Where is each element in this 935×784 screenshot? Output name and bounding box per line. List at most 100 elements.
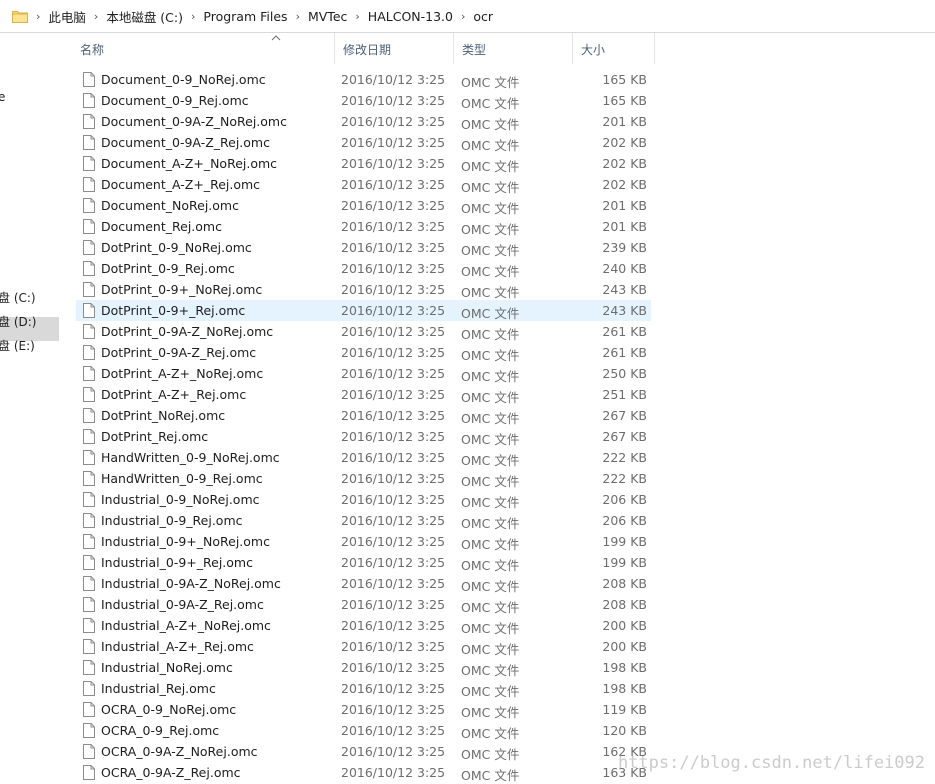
file-size: 120 KB	[602, 723, 647, 738]
file-row[interactable]: Document_0-9_Rej.omc 2016/10/12 3:25 OMC 文…	[76, 90, 651, 111]
file-row[interactable]: Document_NoRej.omc 2016/10/12 3:25 OMC 文件 2…	[76, 195, 651, 216]
file-row[interactable]: Industrial_0-9+_NoRej.omc 2016/10/12 3:25…	[76, 531, 651, 552]
file-row[interactable]: Document_0-9A-Z_NoRej.omc 2016/10/12 3:25…	[76, 111, 651, 132]
file-type: OMC 文件	[461, 327, 520, 342]
file-row[interactable]: DotPrint_0-9A-Z_NoRej.omc 2016/10/12 3:25…	[76, 321, 651, 342]
file-row[interactable]: OCRA_0-9A-Z_Rej.omc 2016/10/12 3:25 OMC 文件…	[76, 762, 651, 783]
nav-drive-d[interactable]: 盘 (D:)	[0, 313, 36, 330]
file-row[interactable]: DotPrint_A-Z+_Rej.omc 2016/10/12 3:25 OMC …	[76, 384, 651, 405]
file-row[interactable]: Industrial_0-9A-Z_Rej.omc 2016/10/12 3:25…	[76, 594, 651, 615]
file-row[interactable]: DotPrint_0-9_NoRej.omc 2016/10/12 3:25 OMC…	[76, 237, 651, 258]
file-row[interactable]: OCRA_0-9_Rej.omc 2016/10/12 3:25 OMC 文件 120…	[76, 720, 651, 741]
column-header-date-label: 修改日期	[343, 43, 392, 57]
file-date: 2016/10/12 3:25	[341, 492, 446, 507]
file-date: 2016/10/12 3:25	[341, 177, 446, 192]
file-row[interactable]: OCRA_0-9_NoRej.omc 2016/10/12 3:25 OMC 文件 1…	[76, 699, 651, 720]
file-row[interactable]: DotPrint_0-9A-Z_Rej.omc 2016/10/12 3:25 OM…	[76, 342, 651, 363]
file-row[interactable]: DotPrint_A-Z+_NoRej.omc 2016/10/12 3:25 OM…	[76, 363, 651, 384]
file-size: 202 KB	[602, 156, 647, 171]
file-type: OMC 文件	[461, 138, 520, 153]
file-size: 243 KB	[602, 282, 647, 297]
column-header-size[interactable]: 大小	[572, 33, 655, 64]
file-icon	[83, 324, 95, 342]
file-type: OMC 文件	[461, 558, 520, 573]
file-name: Industrial_NoRej.omc	[101, 660, 233, 675]
nav-drive-e[interactable]: 盘 (E:)	[0, 337, 35, 354]
file-row[interactable]: Industrial_A-Z+_Rej.omc 2016/10/12 3:25 OM…	[76, 636, 651, 657]
breadcrumb-item[interactable]: › 本地磁盘 (C:)	[86, 7, 183, 26]
file-name: DotPrint_0-9_NoRej.omc	[101, 240, 252, 255]
file-row[interactable]: OCRA_0-9A-Z_NoRej.omc 2016/10/12 3:25 OMC …	[76, 741, 651, 762]
file-size: 200 KB	[602, 639, 647, 654]
chevron-right-icon[interactable]: ›	[296, 10, 300, 23]
nav-fragment[interactable]: e	[0, 90, 5, 104]
column-header-type[interactable]: 类型	[453, 33, 573, 64]
breadcrumb-item[interactable]: › 此电脑	[34, 7, 86, 26]
file-row[interactable]: DotPrint_Rej.omc 2016/10/12 3:25 OMC 文件 267…	[76, 426, 651, 447]
file-size: 201 KB	[602, 219, 647, 234]
file-row[interactable]: Industrial_Rej.omc 2016/10/12 3:25 OMC 文件 1…	[76, 678, 651, 699]
breadcrumb-item[interactable]: › HALCON-13.0	[347, 9, 453, 24]
column-header-date[interactable]: 修改日期	[334, 33, 454, 64]
file-row[interactable]: Document_0-9A-Z_Rej.omc 2016/10/12 3:25 OM…	[76, 132, 651, 153]
file-size: 239 KB	[602, 240, 647, 255]
breadcrumb-label: HALCON-13.0	[367, 8, 453, 24]
file-date: 2016/10/12 3:25	[341, 387, 446, 402]
file-type: OMC 文件	[461, 684, 520, 699]
chevron-right-icon[interactable]: ›	[36, 10, 40, 23]
breadcrumb: › 此电脑 › 本地磁盘 (C:) › Program Files › MVTec › HALCO…	[0, 3, 935, 29]
file-type: OMC 文件	[461, 579, 520, 594]
file-name: Document_0-9_NoRej.omc	[101, 72, 266, 87]
navigation-pane: e 盘 (C:) 盘 (D:) 盘 (E:)	[0, 33, 64, 783]
address-bar[interactable]: › 此电脑 › 本地磁盘 (C:) › Program Files › MVTec › HALCO…	[0, 0, 935, 33]
file-row[interactable]: HandWritten_0-9_NoRej.omc 2016/10/12 3:25…	[76, 447, 651, 468]
file-type: OMC 文件	[461, 96, 520, 111]
file-date: 2016/10/12 3:25	[341, 429, 446, 444]
file-row[interactable]: Industrial_0-9_Rej.omc 2016/10/12 3:25 OMC…	[76, 510, 651, 531]
chevron-right-icon[interactable]: ›	[94, 10, 98, 23]
file-date: 2016/10/12 3:25	[341, 534, 446, 549]
file-type: OMC 文件	[461, 348, 520, 363]
file-size: 240 KB	[602, 261, 647, 276]
file-row[interactable]: Document_A-Z+_NoRej.omc 2016/10/12 3:25 OM…	[76, 153, 651, 174]
file-row[interactable]: Industrial_A-Z+_NoRej.omc 2016/10/12 3:25…	[76, 615, 651, 636]
file-date: 2016/10/12 3:25	[341, 660, 446, 675]
file-row[interactable]: Document_0-9_NoRej.omc 2016/10/12 3:25 OMC…	[76, 69, 651, 90]
file-date: 2016/10/12 3:25	[341, 261, 446, 276]
file-icon	[83, 240, 95, 258]
file-row[interactable]: DotPrint_0-9_Rej.omc 2016/10/12 3:25 OMC 文…	[76, 258, 651, 279]
file-date: 2016/10/12 3:25	[341, 345, 446, 360]
chevron-right-icon[interactable]: ›	[355, 10, 359, 23]
breadcrumb-item[interactable]: › Program Files	[183, 9, 288, 24]
file-icon	[83, 450, 95, 468]
file-row[interactable]: Document_A-Z+_Rej.omc 2016/10/12 3:25 OMC …	[76, 174, 651, 195]
file-type: OMC 文件	[461, 747, 520, 762]
folder-icon	[12, 10, 28, 23]
file-name: HandWritten_0-9_Rej.omc	[101, 471, 263, 486]
file-row[interactable]: Industrial_0-9A-Z_NoRej.omc 2016/10/12 3:…	[76, 573, 651, 594]
file-icon	[83, 492, 95, 510]
file-icon	[83, 408, 95, 426]
file-row[interactable]: Industrial_0-9+_Rej.omc 2016/10/12 3:25 OM…	[76, 552, 651, 573]
file-row[interactable]: DotPrint_NoRej.omc 2016/10/12 3:25 OMC 文件 2…	[76, 405, 651, 426]
column-header-name[interactable]: 名称	[71, 33, 335, 64]
file-name: Industrial_0-9A-Z_NoRej.omc	[101, 576, 281, 591]
file-row[interactable]: DotPrint_0-9+_NoRej.omc 2016/10/12 3:25 OM…	[76, 279, 651, 300]
file-row[interactable]: HandWritten_0-9_Rej.omc 2016/10/12 3:25 OM…	[76, 468, 651, 489]
file-row[interactable]: Industrial_0-9_NoRej.omc 2016/10/12 3:25 O…	[76, 489, 651, 510]
file-type: OMC 文件	[461, 642, 520, 657]
file-name: Industrial_0-9_NoRej.omc	[101, 492, 260, 507]
file-row[interactable]: DotPrint_0-9+_Rej.omc 2016/10/12 3:25 OMC …	[76, 300, 651, 321]
breadcrumb-item[interactable]: › MVTec	[288, 9, 348, 24]
file-icon	[83, 177, 95, 195]
file-row[interactable]: Industrial_NoRej.omc 2016/10/12 3:25 OMC 文…	[76, 657, 651, 678]
chevron-right-icon[interactable]: ›	[461, 10, 465, 23]
nav-drive-c[interactable]: 盘 (C:)	[0, 289, 36, 306]
file-row[interactable]: Document_Rej.omc 2016/10/12 3:25 OMC 文件 201…	[76, 216, 651, 237]
file-icon	[83, 366, 95, 384]
file-name: Document_0-9_Rej.omc	[101, 93, 249, 108]
breadcrumb-item[interactable]: › ocr	[453, 9, 493, 24]
file-name: OCRA_0-9A-Z_NoRej.omc	[101, 744, 258, 759]
file-date: 2016/10/12 3:25	[341, 240, 446, 255]
chevron-right-icon[interactable]: ›	[191, 10, 195, 23]
